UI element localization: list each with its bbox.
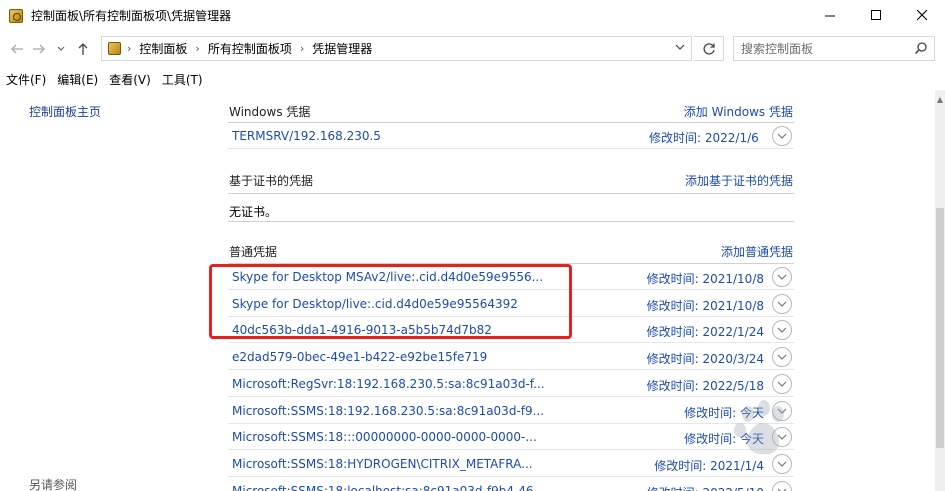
- no-certificates-text: 无证书。: [229, 205, 278, 219]
- credential-modified: 修改时间: 2021/10/8: [646, 298, 764, 313]
- credential-name[interactable]: e2dad579-0bec-49e1-b422-e92be15fe719: [232, 350, 487, 364]
- credential-manager-icon: [9, 8, 23, 23]
- expand-button[interactable]: [772, 320, 792, 341]
- navigation-bar: › 控制面板 › 所有控制面板项 › 凭据管理器: [0, 31, 945, 67]
- refresh-button[interactable]: [694, 36, 724, 61]
- menu-file[interactable]: 文件(F): [0, 71, 51, 88]
- credential-name[interactable]: TERMSRV/192.168.230.5: [232, 129, 381, 143]
- credential-modified: 修改时间: 2022/1/24: [646, 325, 764, 340]
- chevron-down-icon: [777, 488, 787, 491]
- up-button[interactable]: [72, 38, 94, 60]
- back-button[interactable]: [6, 38, 28, 60]
- forward-button[interactable]: [28, 38, 50, 60]
- address-bar[interactable]: › 控制面板 › 所有控制面板项 › 凭据管理器: [101, 36, 692, 61]
- credential-row[interactable]: e2dad579-0bec-49e1-b422-e92be15fe719 修改时间…: [228, 344, 794, 371]
- expand-button[interactable]: [772, 126, 792, 146]
- credential-modified: 修改时间: 2022/5/10: [647, 484, 764, 491]
- chevron-down-icon: [777, 133, 787, 139]
- credential-row[interactable]: TERMSRV/192.168.230.5 修改时间: 2022/1/6: [228, 123, 794, 149]
- credential-manager-icon: [108, 42, 121, 55]
- expand-button[interactable]: [772, 267, 792, 287]
- credential-name[interactable]: Microsoft:SSMS:18:192.168.230.5:sa:8c91a…: [232, 404, 544, 418]
- credential-name[interactable]: Microsoft:SSMS:18:HYDROGEN\CITRIX_METAFR…: [232, 457, 533, 471]
- add-windows-credential-link[interactable]: 添加 Windows 凭据: [684, 103, 793, 120]
- credential-name[interactable]: Microsoft:SSMS:18:localhost:sa:8c91a03d-…: [232, 484, 545, 491]
- certificate-credentials-title: 基于证书的凭据: [229, 174, 314, 188]
- maximize-button[interactable]: [853, 0, 899, 31]
- menu-view[interactable]: 查看(V): [103, 71, 156, 88]
- add-generic-credential-link[interactable]: 添加普通凭据: [721, 243, 793, 260]
- divider: [228, 221, 794, 222]
- search-box[interactable]: [733, 36, 935, 61]
- arrow-left-icon: [11, 44, 23, 54]
- divider: [228, 193, 794, 194]
- close-button[interactable]: [899, 0, 945, 31]
- expand-button[interactable]: [772, 480, 792, 491]
- credential-row[interactable]: Microsoft:SSMS:18:HYDROGEN\CITRIX_METAFR…: [228, 451, 794, 477]
- scroll-up-button[interactable]: ▲: [935, 92, 945, 106]
- chevron-down-icon: [675, 44, 685, 50]
- close-icon: [916, 10, 927, 21]
- credential-row[interactable]: Microsoft:SSMS:18:192.168.230.5:sa:8c91a…: [228, 398, 794, 424]
- annotation-highlight-box: [209, 264, 572, 339]
- breadcrumb-control-panel[interactable]: 控制面板: [139, 40, 187, 57]
- arrow-right-icon: [33, 44, 45, 54]
- credential-row[interactable]: Microsoft:SSMS:18:localhost:sa:8c91a03d-…: [228, 478, 794, 491]
- credential-modified: 修改时间: 2022/5/18: [646, 378, 764, 393]
- minimize-button[interactable]: [807, 0, 853, 31]
- menu-bar: 文件(F) 编辑(E) 查看(V) 工具(T): [0, 68, 208, 90]
- credential-modified: 修改时间: 2021/10/8: [646, 272, 764, 286]
- expand-button[interactable]: [772, 293, 792, 314]
- credential-modified: 修改时间: 2022/1/6: [649, 131, 759, 145]
- breadcrumb-separator[interactable]: ›: [195, 42, 199, 55]
- windows-credentials-title: Windows 凭据: [229, 105, 311, 119]
- recent-locations-button[interactable]: [50, 38, 72, 60]
- search-input[interactable]: [741, 41, 911, 56]
- search-icon[interactable]: [914, 41, 928, 58]
- scrollbar-thumb[interactable]: [936, 208, 944, 448]
- add-certificate-credential-link[interactable]: 添加基于证书的凭据: [685, 172, 793, 189]
- expand-button[interactable]: [772, 347, 792, 368]
- chevron-down-icon: [777, 301, 787, 307]
- arrow-up-icon: [78, 43, 88, 55]
- window-title: 控制面板\所有控制面板项\凭据管理器: [31, 9, 232, 23]
- window-controls: [807, 0, 945, 31]
- menu-tools[interactable]: 工具(T): [156, 71, 208, 88]
- title-bar: 控制面板\所有控制面板项\凭据管理器: [0, 0, 945, 31]
- menu-edit[interactable]: 编辑(E): [51, 71, 103, 88]
- chevron-down-icon: [777, 354, 787, 360]
- credential-name[interactable]: Microsoft:SSMS:18:::00000000-0000-0000-0…: [232, 430, 537, 444]
- breadcrumb-separator[interactable]: ›: [300, 42, 304, 55]
- baidu-watermark-logo: [734, 400, 784, 455]
- chevron-down-icon: [777, 327, 787, 334]
- breadcrumb-all-items[interactable]: 所有控制面板项: [208, 40, 292, 57]
- credential-modified: 修改时间: 2020/3/24: [646, 352, 764, 367]
- chevron-down-icon: [777, 274, 787, 280]
- maximize-icon: [870, 10, 881, 20]
- chevron-down-icon: [777, 381, 787, 387]
- credential-row[interactable]: Microsoft:RegSvr:18:192.168.230.5:sa:8c9…: [228, 371, 794, 397]
- breadcrumb-credential-manager[interactable]: 凭据管理器: [312, 40, 372, 57]
- see-also-heading: 另请参阅: [29, 478, 78, 491]
- address-dropdown-button[interactable]: [675, 42, 685, 55]
- refresh-icon: [702, 42, 715, 55]
- credential-name[interactable]: Microsoft:RegSvr:18:192.168.230.5:sa:8c9…: [232, 377, 545, 391]
- breadcrumb-separator[interactable]: ›: [127, 42, 131, 55]
- expand-button[interactable]: [772, 373, 792, 394]
- credential-row[interactable]: Microsoft:SSMS:18:::00000000-0000-0000-0…: [228, 424, 794, 451]
- generic-credentials-title: 普通凭据: [229, 245, 278, 259]
- chevron-down-icon: [57, 46, 65, 51]
- control-panel-home-link[interactable]: 控制面板主页: [29, 103, 101, 120]
- minimize-icon: [824, 15, 835, 17]
- divider: [228, 148, 794, 149]
